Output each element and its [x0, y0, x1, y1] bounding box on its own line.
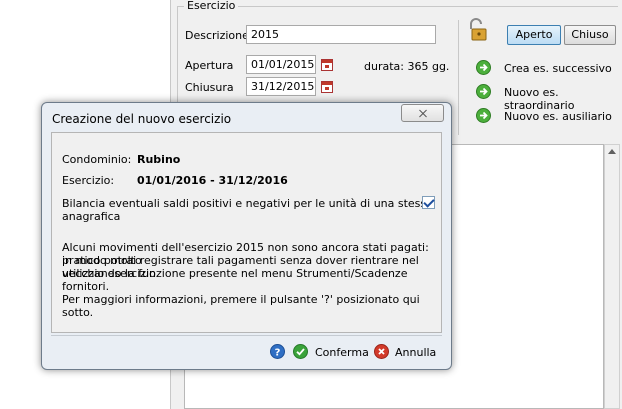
vertical-scrollbar[interactable]: [604, 144, 620, 409]
crea-es-successivo-link[interactable]: Crea es. successivo: [504, 62, 612, 75]
dialog-body: Condominio: Rubino Esercizio: 01/01/2016…: [51, 132, 442, 333]
open-lock-icon: [470, 18, 487, 41]
svg-text:?: ?: [275, 348, 281, 359]
condominio-label: Condominio:: [62, 153, 132, 166]
green-arrow-icon[interactable]: [476, 108, 491, 123]
apertura-label: Apertura: [185, 59, 234, 72]
green-arrow-icon[interactable]: [476, 84, 491, 99]
scroll-up-icon[interactable]: [608, 149, 616, 154]
confirm-check-icon[interactable]: [293, 344, 308, 359]
group-title: Esercizio: [184, 0, 239, 12]
footer-separator: [51, 335, 442, 336]
confirm-button[interactable]: Conferma: [315, 346, 369, 359]
chiuso-button[interactable]: Chiuso: [564, 25, 616, 45]
descrizione-input[interactable]: 2015: [246, 25, 436, 44]
condominio-value: Rubino: [137, 153, 181, 166]
info-line: Per maggiori informazioni, premere il pu…: [62, 293, 420, 319]
esercizio-value: 01/01/2016 - 31/12/2016: [137, 174, 288, 187]
nuovo-es-straordinario-link[interactable]: Nuovo es. straordinario: [504, 86, 622, 112]
bilancia-saldi-label: Bilancia eventuali saldi positivi e nega…: [62, 197, 433, 223]
cancel-button[interactable]: Annulla: [395, 346, 436, 359]
green-arrow-icon[interactable]: [476, 60, 491, 75]
close-icon[interactable]: [401, 104, 444, 122]
nuovo-es-ausiliario-link[interactable]: Nuovo es. ausiliario: [504, 110, 612, 123]
vertical-separator: [458, 20, 459, 135]
warning-line-3: utilizzando la funzione presente nel men…: [62, 267, 408, 293]
apertura-calendar-icon[interactable]: [321, 59, 333, 71]
help-icon[interactable]: ?: [270, 344, 285, 359]
descrizione-label: Descrizione: [185, 29, 249, 42]
chiusura-label: Chiusura: [185, 81, 234, 94]
nuovo-esercizio-dialog: Creazione del nuovo esercizio Condominio…: [41, 102, 452, 370]
bilancia-saldi-checkbox[interactable]: [422, 196, 435, 209]
apertura-date-input[interactable]: 01/01/2015: [246, 55, 316, 74]
durata-text: durata: 365 gg.: [364, 60, 450, 73]
chiusura-calendar-icon[interactable]: [321, 81, 333, 93]
aperto-button[interactable]: Aperto: [507, 25, 561, 45]
esercizio-label: Esercizio:: [62, 174, 115, 187]
dialog-title: Creazione del nuovo esercizio: [52, 112, 232, 126]
chiusura-date-input[interactable]: 31/12/2015: [246, 77, 316, 96]
cancel-x-icon[interactable]: [374, 344, 389, 359]
